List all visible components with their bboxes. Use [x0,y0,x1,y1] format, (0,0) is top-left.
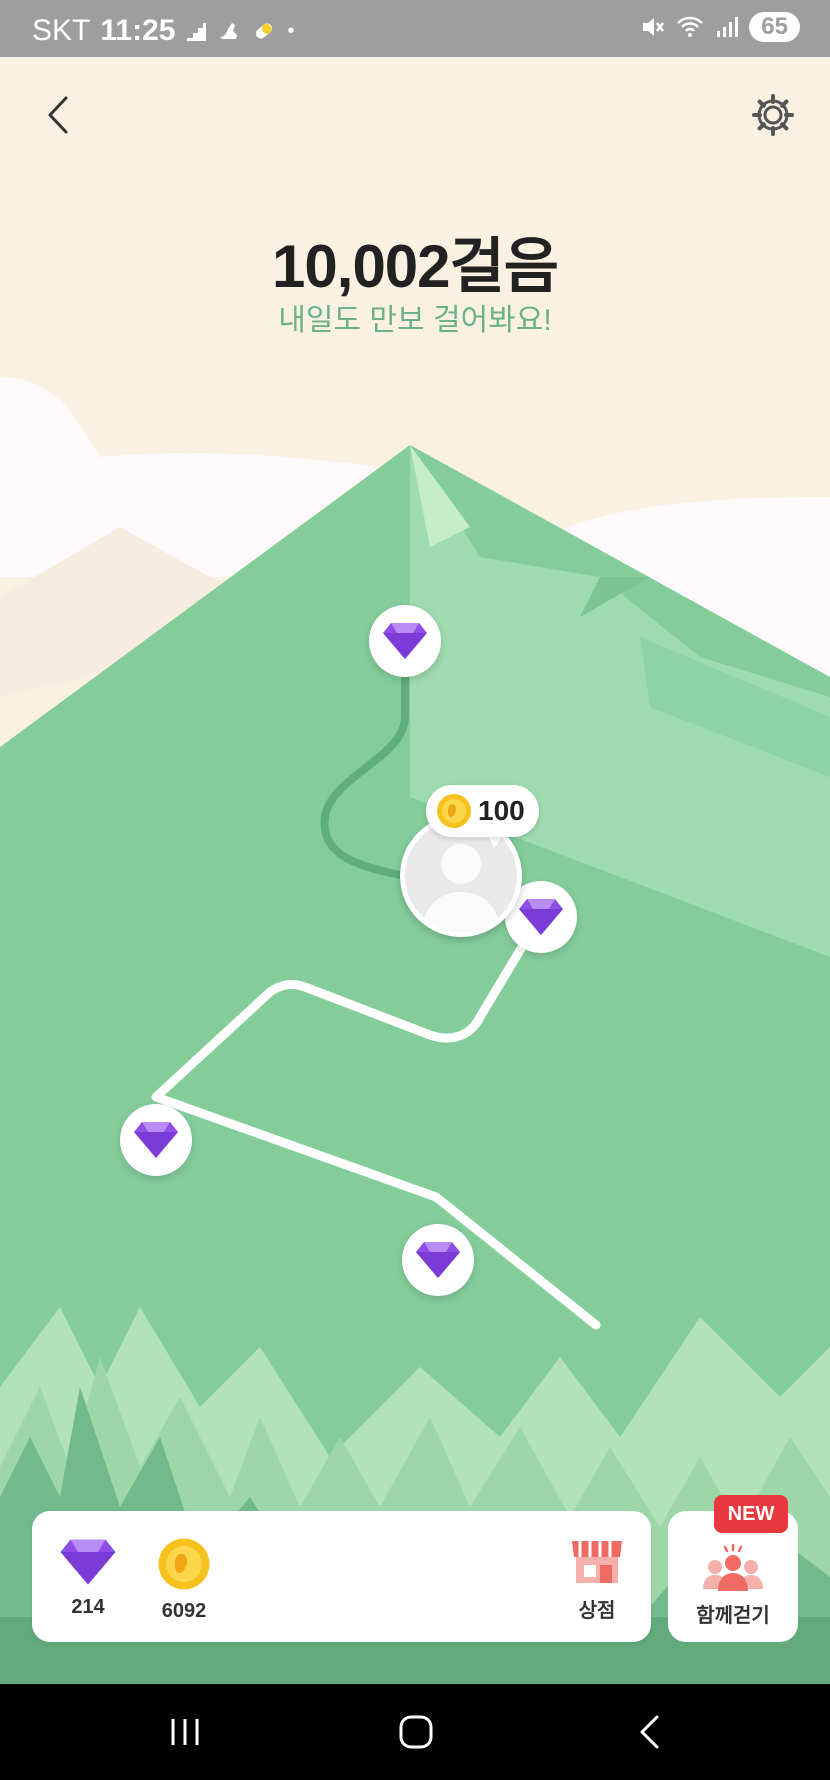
home-button[interactable] [391,1712,441,1752]
settings-button[interactable] [750,92,796,138]
shop-button[interactable]: 상점 [562,1535,632,1623]
gear-icon [752,94,794,136]
system-nav-bar [0,1684,830,1780]
gem-icon [60,1539,116,1585]
coin-balance[interactable]: 6092 [144,1537,224,1623]
gem-node-3[interactable] [120,1104,192,1176]
store-icon [572,1541,622,1583]
home-icon [399,1715,433,1749]
stairs-icon [187,23,207,41]
pill-icon [256,23,273,39]
carrier-label: SKT [32,14,91,47]
battery-indicator: 65 [749,12,800,42]
new-badge: NEW [714,1495,788,1533]
gem-icon [134,1122,178,1158]
dot-icon: • [287,19,295,42]
coin-icon [437,794,471,828]
gem-icon [416,1242,460,1278]
walk-together-label: 함께걷기 [696,1605,770,1627]
status-left: SKT 11:25 • [32,14,294,48]
gem-count: 214 [71,1596,105,1618]
gem-balance[interactable]: 214 [48,1537,128,1619]
mute-icon [643,18,665,36]
status-bar: SKT 11:25 • 65 [0,0,830,57]
recent-apps-button[interactable] [160,1712,210,1752]
group-icon [703,1543,763,1591]
back-arrow-icon [640,1715,659,1749]
nav-back-button[interactable] [624,1712,674,1752]
signal-icon [717,17,739,37]
wallet-card: 214 6092 상점 [32,1511,651,1642]
gem-node-4[interactable] [402,1224,474,1296]
gem-node-1[interactable] [369,605,441,677]
reward-amount: 100 [478,795,525,826]
gem-icon [519,899,563,935]
reward-bubble[interactable]: 100 [426,785,539,837]
footprint-coin-icon [158,1538,210,1590]
clock: 11:25 [100,14,176,47]
back-button[interactable] [38,90,78,140]
chevron-left-icon [48,96,68,134]
shop-label: 상점 [578,1600,616,1622]
shoe-icon [220,23,238,39]
recent-apps-icon [171,1719,199,1745]
step-count: 10,002걸음 [272,233,559,300]
coin-count: 6092 [161,1600,207,1622]
gem-icon [383,623,427,659]
status-right: 65 [639,12,800,42]
wifi-icon [677,16,704,37]
encouragement-message: 내일도 만보 걸어봐요! [278,304,552,337]
